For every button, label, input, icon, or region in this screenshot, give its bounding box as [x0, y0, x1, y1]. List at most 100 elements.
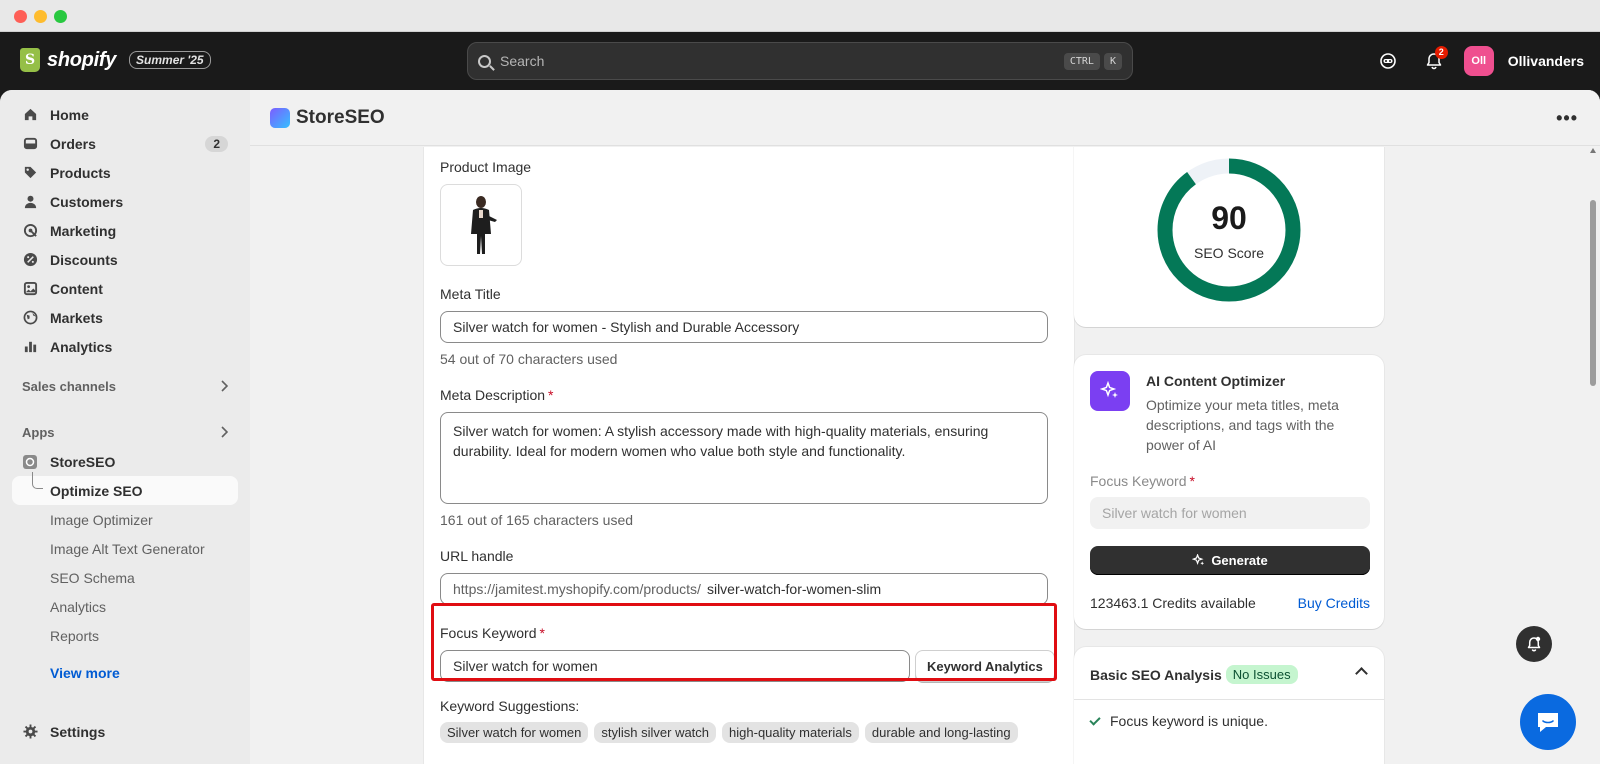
shopify-logo[interactable]: shopify Summer '25 — [20, 48, 211, 72]
tag-icon — [22, 165, 38, 181]
sidebar-item-products[interactable]: Products — [12, 158, 238, 187]
person-icon — [22, 194, 38, 210]
search-input[interactable]: Search — [500, 53, 1060, 69]
sidebar-subitem-seo-schema[interactable]: SEO Schema — [12, 563, 238, 592]
sidekick-icon — [1379, 53, 1396, 69]
product-image-thumbnail[interactable] — [440, 184, 522, 266]
sidebar-item-content[interactable]: Content — [12, 274, 238, 303]
generate-button-label: Generate — [1211, 553, 1268, 568]
sidebar-item-label: Products — [50, 164, 111, 181]
sidebar-item-customers[interactable]: Customers — [12, 187, 238, 216]
url-handle-field[interactable]: https://jamitest.myshopify.com/products/… — [440, 573, 1048, 605]
seo-score-card: 90 SEO Score — [1074, 147, 1384, 327]
buy-credits-link[interactable]: Buy Credits — [1298, 595, 1370, 611]
sidebar-subitem-image-alt-text-generator[interactable]: Image Alt Text Generator — [12, 534, 238, 563]
view-more-link[interactable]: View more — [12, 658, 238, 687]
gear-icon — [22, 724, 38, 740]
chat-bubble-icon — [1538, 713, 1558, 732]
app-notifications-button[interactable] — [1516, 626, 1552, 662]
focus-keyword-highlight — [431, 603, 1057, 681]
sidebar-section-label: Sales channels — [22, 378, 116, 394]
notifications-button[interactable]: 2 — [1418, 45, 1450, 77]
app-header: StoreSEO ••• — [250, 90, 1600, 146]
sidebar-item-analytics[interactable]: Analytics — [12, 332, 238, 361]
sidebar-item-storeseo[interactable]: StoreSEO — [12, 447, 238, 476]
brand-name: shopify — [47, 48, 117, 71]
sidebar-item-label: Customers — [50, 193, 124, 210]
shopify-bag-icon — [20, 48, 40, 72]
keyword-suggestion-chip[interactable]: durable and long-lasting — [864, 722, 1018, 743]
sparkle-icon — [1192, 554, 1205, 566]
url-handle-input[interactable]: silver-watch-for-women-slim — [707, 581, 881, 597]
ai-focus-keyword-label: Focus Keyword * — [1090, 473, 1195, 489]
sidebar-item-label: Discounts — [50, 251, 118, 268]
orders-count-badge: 2 — [205, 135, 228, 152]
sidebar-section-sales-channels[interactable]: Sales channels — [12, 371, 238, 401]
ai-optimizer-description: Optimize your meta titles, meta descript… — [1146, 397, 1339, 453]
required-marker: * — [1189, 473, 1195, 489]
meta-title-character-count: 54 out of 70 characters used — [440, 351, 618, 367]
sidebar-section-apps[interactable]: Apps — [12, 417, 238, 447]
scrollbar-thumb[interactable] — [1590, 200, 1596, 386]
sidebar-item-discounts[interactable]: Discounts — [12, 245, 238, 274]
analysis-item: Focus keyword is unique. — [1089, 713, 1268, 729]
sidekick-button[interactable] — [1372, 45, 1404, 77]
app-title: StoreSEO — [296, 106, 385, 128]
required-marker: * — [548, 387, 554, 403]
meta-title-input[interactable]: Silver watch for women - Stylish and Dur… — [440, 311, 1048, 343]
sidebar-item-home[interactable]: Home — [12, 100, 238, 129]
keyword-suggestion-chip[interactable]: Silver watch for women — [440, 722, 589, 743]
chevron-up-icon[interactable] — [1355, 667, 1368, 680]
sidebar-item-settings[interactable]: Settings — [12, 717, 115, 746]
home-icon — [22, 107, 38, 123]
analysis-item-text: Focus keyword is unique. — [1110, 713, 1268, 729]
store-name[interactable]: Ollivanders — [1508, 53, 1584, 69]
sidebar-item-label: Analytics — [50, 338, 113, 355]
shortcut-key-ctrl: CTRL — [1063, 52, 1100, 70]
url-handle-label: URL handle — [440, 548, 514, 564]
notification-count-badge: 2 — [1434, 46, 1448, 59]
orders-icon — [22, 136, 38, 152]
keyword-suggestion-chip[interactable]: high-quality materials — [722, 722, 859, 743]
scroll-up-arrow-icon[interactable] — [1590, 148, 1596, 153]
meta-title-label: Meta Title — [440, 286, 501, 302]
sidebar-subitem-reports[interactable]: Reports — [12, 621, 238, 650]
sidebar-item-marketing[interactable]: Marketing — [12, 216, 238, 245]
meta-description-label: Meta Description * — [440, 387, 1058, 403]
meta-description-character-count: 161 out of 165 characters used — [440, 512, 634, 528]
page-scroll-area[interactable]: Product Image Meta Title Silver watch fo… — [250, 147, 1600, 764]
sidebar-subitem-analytics[interactable]: Analytics — [12, 592, 238, 621]
page-scrollbar[interactable] — [1590, 148, 1596, 760]
maximize-window-button[interactable] — [54, 10, 67, 23]
divider — [1074, 699, 1384, 700]
url-prefix: https://jamitest.myshopify.com/products/ — [453, 581, 701, 597]
meta-description-textarea[interactable]: Silver watch for women: A stylish access… — [440, 412, 1048, 504]
window-titlebar — [0, 0, 1600, 32]
search-bar[interactable]: Search CTRL K — [467, 42, 1133, 80]
generate-button[interactable]: Generate — [1090, 546, 1370, 575]
sidebar-item-markets[interactable]: Markets — [12, 303, 238, 332]
chevron-right-icon — [221, 426, 228, 438]
shopify-topbar: shopify Summer '25 Search CTRL K 2 Oll O… — [0, 32, 1600, 90]
sidebar-subitem-image-optimizer[interactable]: Image Optimizer — [12, 505, 238, 534]
store-avatar[interactable]: Oll — [1463, 46, 1494, 76]
sidebar-item-orders[interactable]: Orders 2 — [12, 129, 238, 158]
sidebar-subitem-optimize-seo[interactable]: Optimize SEO — [12, 472, 238, 505]
minimize-window-button[interactable] — [34, 10, 47, 23]
seo-form-card: Product Image Meta Title Silver watch fo… — [424, 147, 1074, 764]
edition-badge[interactable]: Summer '25 — [129, 51, 211, 69]
seo-score-ring — [1157, 158, 1301, 302]
more-actions-button[interactable]: ••• — [1556, 108, 1578, 129]
ai-focus-keyword-input[interactable]: Silver watch for women — [1090, 497, 1370, 529]
basic-seo-analysis-header[interactable]: Basic SEO Analysis No Issues — [1090, 665, 1298, 684]
keyword-suggestion-chip[interactable]: stylish silver watch — [594, 722, 717, 743]
bell-icon — [1527, 636, 1541, 652]
sidebar-item-label: Settings — [50, 723, 106, 740]
ai-optimizer-title: AI Content Optimizer — [1146, 373, 1286, 389]
close-window-button[interactable] — [14, 10, 27, 23]
seo-score-label: SEO Score — [1193, 245, 1265, 261]
main-content: StoreSEO ••• Product Image Meta Title Si… — [250, 90, 1600, 764]
sparkle-icon — [1090, 371, 1130, 411]
chat-support-button[interactable] — [1520, 694, 1576, 750]
credits-available: 123463.1 Credits available — [1090, 595, 1256, 611]
